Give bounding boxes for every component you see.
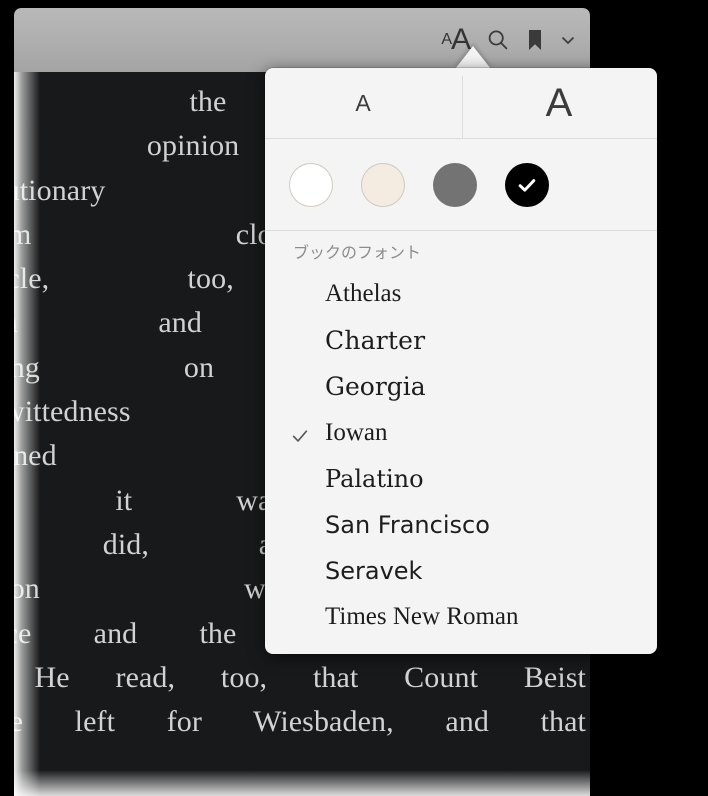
font-item-palatino[interactable]: Palatino [265,456,657,502]
theme-swatch-row [265,139,657,231]
font-item-charter[interactable]: Charter [265,317,657,363]
theme-swatch-black[interactable] [505,162,549,207]
font-item-athelas[interactable]: Athelas [265,271,657,317]
theme-swatch-white[interactable] [289,162,333,207]
fonts-section-title: ブックのフォント [293,243,422,262]
theme-swatch-sepia[interactable] [361,162,405,207]
decrease-font-size-label: A [355,89,371,116]
font-item-label: Georgia [325,371,426,401]
bookmark-icon [529,30,541,50]
font-item-sanfrancisco[interactable]: San Francisco [265,502,657,548]
chevron-down-icon [562,37,574,44]
font-item-label: San Francisco [325,511,490,540]
font-item-label: Times New Roman [325,603,519,631]
page-bottom-edge-glow [14,770,590,796]
font-item-timesnewroman[interactable]: Times New Roman [265,594,657,640]
header-divider [462,76,463,138]
increase-font-size-label: A [545,80,573,125]
reader-toolbar: AA [14,8,590,73]
increase-font-size-button[interactable]: A [461,68,657,138]
theme-swatch-gray[interactable] [433,162,477,207]
bookmark-menu-button[interactable] [560,32,576,48]
font-size-small-a: A [441,31,452,48]
font-item-iowan[interactable]: Iowan [265,410,657,456]
font-list: Athelas Charter Georgia Iowan Palatino San Fr… [265,271,657,641]
font-selected-checkmark-icon [291,424,309,442]
font-item-label: Athelas [325,280,402,308]
popover-arrow [455,46,491,69]
fonts-section-header: ブックのフォント [265,231,657,271]
font-size-header: A A [265,68,657,139]
font-item-label: Iowan [325,418,388,446]
checkmark-icon [518,178,536,192]
appearance-popover: A A ブックのフォント Athelas Charter Georgia Iowan P… [265,68,657,654]
bookmark-button[interactable] [526,28,544,52]
font-item-label: Charter [325,325,426,355]
font-item-label: Palatino [325,464,424,493]
font-item-label: Seravek [325,557,423,586]
font-item-seravek[interactable]: Seravek [265,548,657,594]
font-item-georgia[interactable]: Georgia [265,363,657,409]
decrease-font-size-button[interactable]: A [265,68,461,138]
